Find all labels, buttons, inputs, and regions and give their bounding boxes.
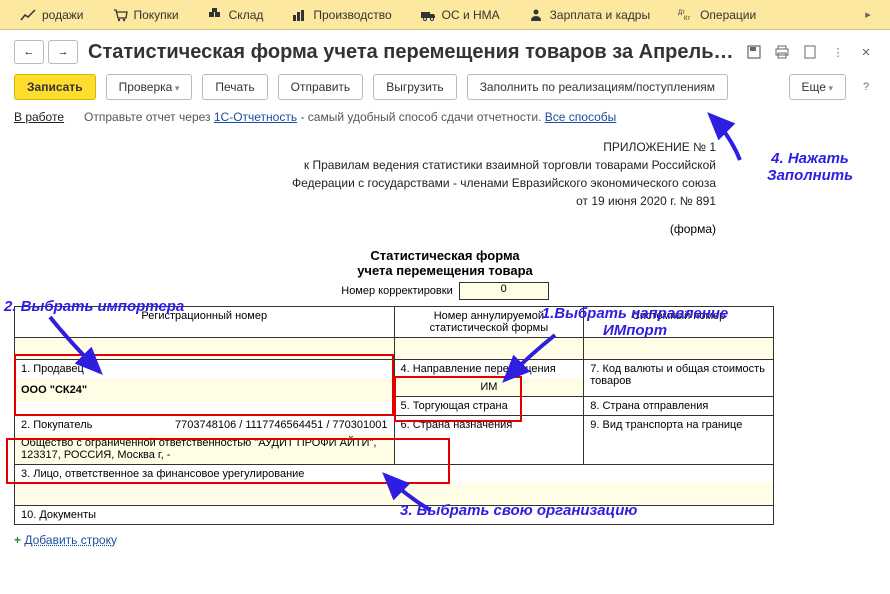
label-dest-country: 6. Страна назначения	[394, 416, 584, 465]
menu-operations[interactable]: ДтКт Операции	[664, 0, 770, 29]
label-seller: 1. Продавец	[15, 360, 394, 378]
form-title-line: учета перемещения товара	[14, 263, 876, 278]
link-all-methods[interactable]: Все способы	[545, 110, 617, 124]
reg-number-cell[interactable]	[15, 338, 395, 360]
print-icon[interactable]	[772, 42, 792, 62]
menu-assets[interactable]: ОС и НМА	[406, 0, 514, 29]
correction-input[interactable]: 0	[459, 282, 549, 300]
top-menu-bar: родажи Покупки Склад Производство ОС и Н…	[0, 0, 890, 30]
factory-icon	[291, 8, 307, 22]
svg-text:Кт: Кт	[684, 16, 690, 22]
menu-warehouse[interactable]: Склад	[193, 0, 278, 29]
more-button[interactable]: Еще	[789, 74, 846, 100]
add-row-link[interactable]: Добавить строку	[24, 533, 117, 547]
link-1c-reporting[interactable]: 1С-Отчетность	[214, 110, 297, 124]
truck-icon	[420, 8, 436, 22]
info-text: - самый удобный способ сдачи отчетности.	[297, 110, 545, 124]
sys-number-cell[interactable]	[584, 338, 774, 360]
col-reg-number: Регистрационный номер	[15, 307, 395, 338]
label-currency: 7. Код валюты и общая стоимость товаров	[584, 360, 774, 397]
label-trade-country: 5. Торгующая страна	[394, 397, 584, 416]
more-icon[interactable]: ⋮	[828, 42, 848, 62]
correction-label: Номер корректировки	[341, 285, 452, 297]
menu-label: Покупки	[134, 8, 179, 22]
ops-icon: ДтКт	[678, 8, 694, 22]
export-button[interactable]: Выгрузить	[373, 74, 457, 100]
appendix-line: Федерации с государствами - членами Евра…	[14, 174, 716, 192]
save-button[interactable]: Записать	[14, 74, 96, 100]
page-title: Статистическая форма учета перемещения т…	[88, 41, 734, 64]
form-table: Регистрационный номер Номер аннулируемой…	[14, 306, 774, 525]
add-row: + Добавить строку	[0, 525, 890, 555]
label-direction: 4. Направление перемещения	[395, 360, 584, 378]
label-responsible: 3. Лицо, ответственное за финансовое уре…	[15, 465, 773, 483]
buyer-reg: 7703748106 / 1117746564451 / 770301001	[169, 416, 393, 434]
toolbar: Записать Проверка Печать Отправить Выгру…	[0, 68, 890, 110]
arrow-left-icon: ←	[24, 46, 35, 58]
form-title: Статистическая форма учета перемещения т…	[14, 236, 876, 278]
label-dispatch-country: 8. Страна отправления	[584, 397, 774, 416]
col-annul-number: Номер аннулируемой статистической формы	[394, 307, 584, 338]
appendix-line: от 19 июня 2020 г. № 891	[14, 192, 716, 210]
plus-icon: +	[14, 533, 21, 547]
print-button[interactable]: Печать	[202, 74, 267, 100]
annul-number-cell[interactable]	[394, 338, 584, 360]
save-icon[interactable]	[744, 42, 764, 62]
col-sys-number: Системный номер	[584, 307, 774, 338]
person-icon	[528, 8, 544, 22]
buyer-value[interactable]: Общество с ограниченной ответственностью…	[15, 434, 394, 464]
close-icon[interactable]: ✕	[856, 42, 876, 62]
document-body: ПРИЛОЖЕНИЕ № 1 к Правилам ведения статис…	[0, 132, 890, 525]
arrow-right-icon: →	[58, 46, 69, 58]
sales-icon	[20, 8, 36, 22]
seller-value[interactable]: ООО "СК24"	[15, 378, 394, 402]
appendix-line: ПРИЛОЖЕНИЕ № 1	[14, 138, 716, 156]
menu-label: родажи	[42, 8, 84, 22]
cart-icon	[112, 8, 128, 22]
form-title-line: Статистическая форма	[14, 248, 876, 263]
document-icon[interactable]	[800, 42, 820, 62]
menu-label: Зарплата и кадры	[550, 8, 650, 22]
header-row: ← → Статистическая форма учета перемещен…	[0, 30, 890, 68]
fill-button[interactable]: Заполнить по реализациям/поступлениям	[467, 74, 728, 100]
menu-label: Операции	[700, 8, 756, 22]
menu-label: ОС и НМА	[442, 8, 500, 22]
form-tag: (форма)	[14, 210, 876, 236]
menu-sales[interactable]: родажи	[6, 0, 98, 29]
label-transport: 9. Вид транспорта на границе	[584, 416, 774, 465]
info-text: Отправьте отчет через	[84, 110, 214, 124]
menu-purchases[interactable]: Покупки	[98, 0, 193, 29]
menu-label: Склад	[229, 8, 264, 22]
appendix-line: к Правилам ведения статистики взаимной т…	[14, 156, 716, 174]
menu-label: Производство	[313, 8, 391, 22]
menu-production[interactable]: Производство	[277, 0, 405, 29]
correction-row: Номер корректировки 0	[14, 278, 876, 304]
direction-value[interactable]: ИМ	[395, 378, 584, 396]
chevron-right-icon[interactable]: ▸	[858, 5, 878, 25]
label-documents: 10. Документы	[15, 506, 774, 525]
check-button[interactable]: Проверка	[106, 74, 193, 100]
nav-forward-button[interactable]: →	[48, 40, 78, 64]
status-link[interactable]: В работе	[0, 110, 64, 124]
help-icon[interactable]: ?	[856, 77, 876, 97]
appendix-block: ПРИЛОЖЕНИЕ № 1 к Правилам ведения статис…	[14, 132, 876, 210]
menu-salary[interactable]: Зарплата и кадры	[514, 0, 664, 29]
box-icon	[207, 8, 223, 22]
info-line: Отправьте отчет через 1С-Отчетность - са…	[84, 110, 616, 124]
send-button[interactable]: Отправить	[278, 74, 364, 100]
nav-back-button[interactable]: ←	[14, 40, 44, 64]
label-buyer: 2. Покупатель	[15, 416, 169, 434]
responsible-value[interactable]	[15, 483, 773, 505]
